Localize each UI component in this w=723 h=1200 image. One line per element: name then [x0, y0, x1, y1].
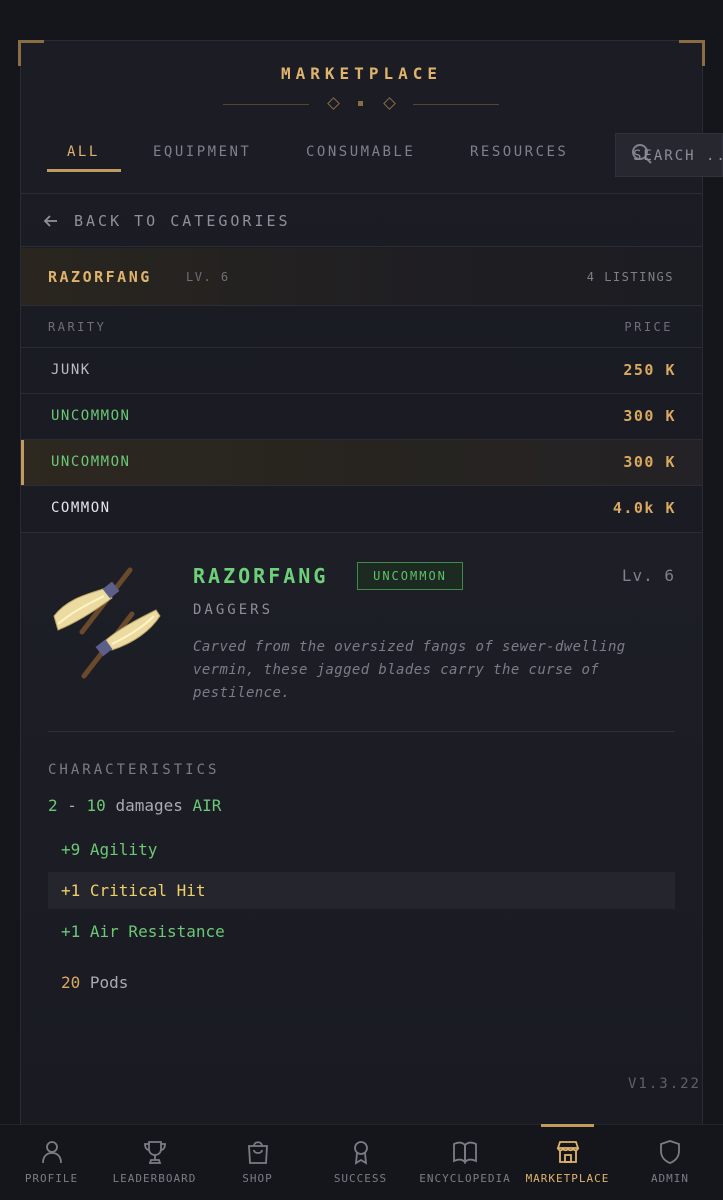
nav-label: ADMIN [650, 1172, 690, 1185]
nav-profile[interactable]: PROFILE [0, 1125, 103, 1200]
item-header: RAZORFANG LV. 6 4 LISTINGS [21, 248, 702, 305]
listing-rarity: UNCOMMON [51, 454, 131, 470]
item-name: RAZORFANG [48, 268, 152, 286]
divider [48, 731, 675, 732]
user-icon [41, 1141, 62, 1164]
detail-item-name: RAZORFANG [193, 564, 329, 588]
active-tab-indicator [47, 169, 121, 172]
damage-element: AIR [192, 796, 222, 815]
characteristics-title: CHARACTERISTICS [48, 762, 220, 778]
store-icon [556, 1141, 579, 1163]
tab-all[interactable]: ALL [67, 144, 100, 160]
damage-min: 2 [48, 796, 58, 815]
nav-shop[interactable]: SHOP [206, 1125, 309, 1200]
listing-price: 300 K [623, 453, 676, 471]
back-to-categories-button[interactable]: BACK TO CATEGORIES [42, 210, 291, 232]
column-header-price: PRICE [624, 320, 673, 334]
pods-line: 20 Pods [48, 964, 675, 1001]
nav-active-indicator [541, 1124, 594, 1127]
listing-rarity: COMMON [51, 500, 111, 516]
trophy-icon [143, 1141, 166, 1164]
listing-price: 4.0k K [612, 499, 676, 517]
item-description: Carved from the oversized fangs of sewer… [193, 639, 626, 701]
arrow-left-icon [43, 215, 57, 227]
tab-resources[interactable]: RESOURCES [470, 144, 568, 160]
damage-line: 2 - 10 damages AIR [48, 796, 221, 815]
nav-leaderboard[interactable]: LEADERBOARD [103, 1125, 206, 1200]
detail-item-level: Lv. 6 [621, 566, 675, 585]
search-placeholder: SEARCH ... [633, 148, 722, 164]
page-title: MARKETPLACE [281, 64, 442, 83]
listing-row[interactable]: UNCOMMON 300 K [21, 394, 702, 439]
column-header-rarity: RARITY [48, 320, 107, 334]
nav-admin[interactable]: ADMIN [617, 1125, 723, 1200]
listings-count: 4 LISTINGS [586, 270, 674, 284]
frame-corner-top-left [18, 40, 44, 66]
shield-icon [660, 1140, 680, 1164]
version-label: V1.3.22 [627, 1076, 701, 1092]
pods-value: 20 [61, 973, 81, 992]
nav-label: SHOP [242, 1172, 273, 1185]
bottom-navigation: PROFILE LEADERBOARD SHOP SUCCESS ENCYCLO… [0, 1124, 723, 1200]
divider [21, 305, 702, 306]
pods-label: Pods [80, 973, 129, 992]
nav-label: SUCCESS [333, 1172, 388, 1185]
tab-equipment[interactable]: EQUIPMENT [153, 144, 251, 160]
item-type: DAGGERS [193, 602, 274, 618]
selection-indicator [21, 440, 24, 485]
nav-label: PROFILE [24, 1172, 79, 1185]
listing-row[interactable]: JUNK 250 K [21, 348, 702, 393]
stat-line: +1 Air Resistance [61, 922, 225, 941]
nav-marketplace[interactable]: MARKETPLACE [518, 1125, 617, 1200]
divider [21, 532, 702, 533]
listing-rarity: UNCOMMON [51, 408, 131, 424]
search-input[interactable]: SEARCH ... [615, 133, 723, 177]
tab-consumable[interactable]: CONSUMABLE [306, 144, 415, 160]
rarity-badge: UNCOMMON [357, 562, 463, 590]
item-level: LV. 6 [186, 270, 230, 284]
nav-label: MARKETPLACE [525, 1172, 610, 1185]
book-icon [453, 1141, 477, 1165]
nav-success[interactable]: SUCCESS [309, 1125, 412, 1200]
back-label: BACK TO CATEGORIES [74, 212, 291, 230]
nav-label: ENCYCLOPEDIA [419, 1172, 511, 1185]
listing-rarity: JUNK [51, 362, 91, 378]
award-icon [353, 1141, 368, 1165]
listing-price: 300 K [623, 407, 676, 425]
frame-corner-top-right [679, 40, 705, 66]
damage-sep: - [57, 796, 87, 815]
nav-encyclopedia[interactable]: ENCYCLOPEDIA [412, 1125, 518, 1200]
listing-row-selected[interactable]: UNCOMMON 300 K [21, 440, 702, 485]
listing-row[interactable]: COMMON 4.0k K [21, 486, 702, 531]
shopping-bag-icon [247, 1141, 268, 1164]
damage-word: damages [105, 796, 193, 815]
divider [21, 193, 702, 194]
damage-max: 10 [86, 796, 106, 815]
stat-line-highlighted: +1 Critical Hit [48, 872, 675, 909]
nav-label: LEADERBOARD [112, 1172, 197, 1185]
title-ornament [223, 97, 499, 110]
stat-line: +9 Agility [61, 840, 158, 859]
listing-price: 250 K [623, 361, 676, 379]
divider [21, 246, 702, 247]
daggers-icon [53, 567, 161, 679]
